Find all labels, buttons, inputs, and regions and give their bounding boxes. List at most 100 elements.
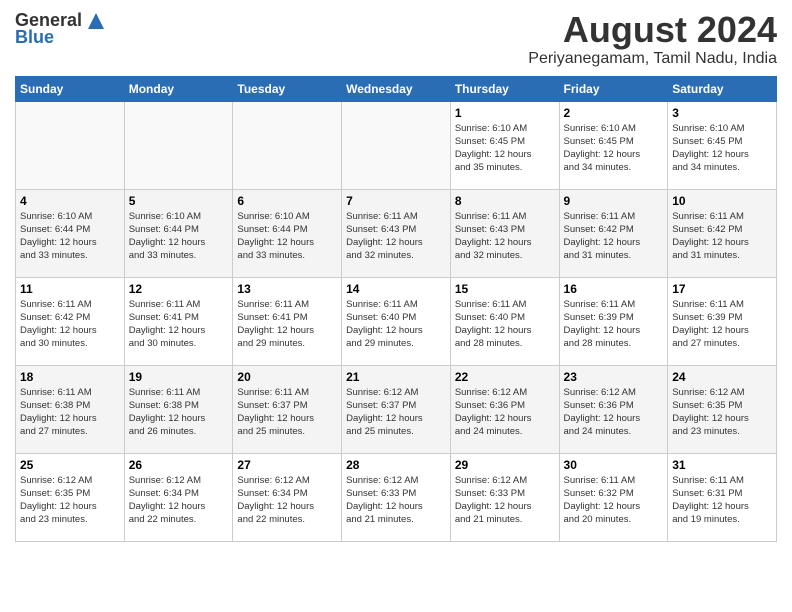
calendar-cell: 7Sunrise: 6:11 AM Sunset: 6:43 PM Daylig… bbox=[342, 189, 451, 277]
day-number: 1 bbox=[455, 106, 555, 120]
day-number: 25 bbox=[20, 458, 120, 472]
day-header-thursday: Thursday bbox=[450, 76, 559, 101]
logo-blue-text: Blue bbox=[15, 27, 54, 48]
calendar-cell: 16 Sunrise: 6:11 AM Sunset: 6:39 PM Dayli… bbox=[559, 277, 668, 365]
calendar-cell: 14 Sunrise: 6:11 AM Sunset: 6:40 PM Dayli… bbox=[342, 277, 451, 365]
calendar-cell bbox=[124, 101, 233, 189]
calendar-cell: 28Sunrise: 6:12 AM Sunset: 6:33 PM Dayli… bbox=[342, 453, 451, 541]
day-number: 12 bbox=[129, 282, 229, 296]
page-header: General Blue August 2024 Periyanegamam, … bbox=[15, 10, 777, 68]
calendar-cell: 1 Sunrise: 6:10 AM Sunset: 6:45 PM Daylig… bbox=[450, 101, 559, 189]
day-header-tuesday: Tuesday bbox=[233, 76, 342, 101]
day-number: 20 bbox=[237, 370, 337, 384]
day-number: 18 bbox=[20, 370, 120, 384]
calendar-cell: 19Sunrise: 6:11 AM Sunset: 6:38 PM Dayli… bbox=[124, 365, 233, 453]
day-number: 31 bbox=[672, 458, 772, 472]
day-info: Sunrise: 6:10 AM Sunset: 6:45 PM Dayligh… bbox=[564, 122, 664, 175]
day-number: 5 bbox=[129, 194, 229, 208]
day-info: Sunrise: 6:11 AM Sunset: 6:42 PM Dayligh… bbox=[20, 298, 120, 351]
day-number: 14 bbox=[346, 282, 446, 296]
calendar-cell bbox=[233, 101, 342, 189]
day-info: Sunrise: 6:10 AM Sunset: 6:44 PM Dayligh… bbox=[237, 210, 337, 263]
day-info: Sunrise: 6:11 AM Sunset: 6:43 PM Dayligh… bbox=[455, 210, 555, 263]
calendar-cell: 26 Sunrise: 6:12 AM Sunset: 6:34 PM Dayli… bbox=[124, 453, 233, 541]
day-number: 22 bbox=[455, 370, 555, 384]
day-info: Sunrise: 6:10 AM Sunset: 6:44 PM Dayligh… bbox=[129, 210, 229, 263]
day-number: 8 bbox=[455, 194, 555, 208]
day-number: 3 bbox=[672, 106, 772, 120]
calendar-cell: 8 Sunrise: 6:11 AM Sunset: 6:43 PM Daylig… bbox=[450, 189, 559, 277]
calendar-cell: 6Sunrise: 6:10 AM Sunset: 6:44 PM Daylig… bbox=[233, 189, 342, 277]
calendar-week-row: 1 Sunrise: 6:10 AM Sunset: 6:45 PM Daylig… bbox=[16, 101, 777, 189]
day-header-monday: Monday bbox=[124, 76, 233, 101]
day-info: Sunrise: 6:11 AM Sunset: 6:32 PM Dayligh… bbox=[564, 474, 664, 527]
calendar-cell: 12 Sunrise: 6:11 AM Sunset: 6:41 PM Dayli… bbox=[124, 277, 233, 365]
month-title: August 2024 bbox=[528, 10, 777, 50]
calendar-cell: 23Sunrise: 6:12 AM Sunset: 6:36 PM Dayli… bbox=[559, 365, 668, 453]
location-title: Periyanegamam, Tamil Nadu, India bbox=[528, 50, 777, 68]
day-info: Sunrise: 6:10 AM Sunset: 6:45 PM Dayligh… bbox=[455, 122, 555, 175]
day-header-wednesday: Wednesday bbox=[342, 76, 451, 101]
calendar-cell: 2 Sunrise: 6:10 AM Sunset: 6:45 PM Daylig… bbox=[559, 101, 668, 189]
calendar-cell: 24 Sunrise: 6:12 AM Sunset: 6:35 PM Dayli… bbox=[668, 365, 777, 453]
day-info: Sunrise: 6:12 AM Sunset: 6:34 PM Dayligh… bbox=[237, 474, 337, 527]
calendar-cell bbox=[16, 101, 125, 189]
calendar-cell: 3 Sunrise: 6:10 AM Sunset: 6:45 PM Daylig… bbox=[668, 101, 777, 189]
day-info: Sunrise: 6:11 AM Sunset: 6:42 PM Dayligh… bbox=[564, 210, 664, 263]
day-info: Sunrise: 6:10 AM Sunset: 6:45 PM Dayligh… bbox=[672, 122, 772, 175]
day-header-sunday: Sunday bbox=[16, 76, 125, 101]
day-info: Sunrise: 6:11 AM Sunset: 6:38 PM Dayligh… bbox=[129, 386, 229, 439]
calendar-cell: 22 Sunrise: 6:12 AM Sunset: 6:36 PM Dayli… bbox=[450, 365, 559, 453]
calendar-cell: 4 Sunrise: 6:10 AM Sunset: 6:44 PM Daylig… bbox=[16, 189, 125, 277]
calendar-cell: 17Sunrise: 6:11 AM Sunset: 6:39 PM Dayli… bbox=[668, 277, 777, 365]
day-info: Sunrise: 6:12 AM Sunset: 6:33 PM Dayligh… bbox=[346, 474, 446, 527]
day-info: Sunrise: 6:11 AM Sunset: 6:39 PM Dayligh… bbox=[564, 298, 664, 351]
day-header-saturday: Saturday bbox=[668, 76, 777, 101]
day-number: 29 bbox=[455, 458, 555, 472]
day-info: Sunrise: 6:12 AM Sunset: 6:35 PM Dayligh… bbox=[20, 474, 120, 527]
day-info: Sunrise: 6:11 AM Sunset: 6:41 PM Dayligh… bbox=[129, 298, 229, 351]
calendar-cell: 13Sunrise: 6:11 AM Sunset: 6:41 PM Dayli… bbox=[233, 277, 342, 365]
title-block: August 2024 Periyanegamam, Tamil Nadu, I… bbox=[528, 10, 777, 68]
day-info: Sunrise: 6:11 AM Sunset: 6:40 PM Dayligh… bbox=[346, 298, 446, 351]
calendar-cell: 30 Sunrise: 6:11 AM Sunset: 6:32 PM Dayli… bbox=[559, 453, 668, 541]
day-info: Sunrise: 6:12 AM Sunset: 6:36 PM Dayligh… bbox=[455, 386, 555, 439]
day-number: 21 bbox=[346, 370, 446, 384]
day-info: Sunrise: 6:10 AM Sunset: 6:44 PM Dayligh… bbox=[20, 210, 120, 263]
day-info: Sunrise: 6:11 AM Sunset: 6:38 PM Dayligh… bbox=[20, 386, 120, 439]
day-number: 9 bbox=[564, 194, 664, 208]
calendar-week-row: 11Sunrise: 6:11 AM Sunset: 6:42 PM Dayli… bbox=[16, 277, 777, 365]
calendar-cell: 15Sunrise: 6:11 AM Sunset: 6:40 PM Dayli… bbox=[450, 277, 559, 365]
calendar-cell: 27 Sunrise: 6:12 AM Sunset: 6:34 PM Dayli… bbox=[233, 453, 342, 541]
calendar-cell: 11Sunrise: 6:11 AM Sunset: 6:42 PM Dayli… bbox=[16, 277, 125, 365]
day-number: 2 bbox=[564, 106, 664, 120]
logo-icon bbox=[86, 11, 106, 31]
calendar-cell: 18 Sunrise: 6:11 AM Sunset: 6:38 PM Dayli… bbox=[16, 365, 125, 453]
calendar-cell: 10Sunrise: 6:11 AM Sunset: 6:42 PM Dayli… bbox=[668, 189, 777, 277]
day-number: 24 bbox=[672, 370, 772, 384]
calendar-week-row: 25 Sunrise: 6:12 AM Sunset: 6:35 PM Dayli… bbox=[16, 453, 777, 541]
day-number: 7 bbox=[346, 194, 446, 208]
day-info: Sunrise: 6:12 AM Sunset: 6:34 PM Dayligh… bbox=[129, 474, 229, 527]
calendar-week-row: 4 Sunrise: 6:10 AM Sunset: 6:44 PM Daylig… bbox=[16, 189, 777, 277]
day-number: 16 bbox=[564, 282, 664, 296]
day-number: 13 bbox=[237, 282, 337, 296]
day-number: 27 bbox=[237, 458, 337, 472]
day-info: Sunrise: 6:12 AM Sunset: 6:35 PM Dayligh… bbox=[672, 386, 772, 439]
calendar-cell: 9 Sunrise: 6:11 AM Sunset: 6:42 PM Daylig… bbox=[559, 189, 668, 277]
day-info: Sunrise: 6:11 AM Sunset: 6:39 PM Dayligh… bbox=[672, 298, 772, 351]
calendar-table: SundayMondayTuesdayWednesdayThursdayFrid… bbox=[15, 76, 777, 542]
calendar-cell: 29 Sunrise: 6:12 AM Sunset: 6:33 PM Dayli… bbox=[450, 453, 559, 541]
day-info: Sunrise: 6:11 AM Sunset: 6:31 PM Dayligh… bbox=[672, 474, 772, 527]
day-info: Sunrise: 6:12 AM Sunset: 6:37 PM Dayligh… bbox=[346, 386, 446, 439]
calendar-cell bbox=[342, 101, 451, 189]
day-number: 4 bbox=[20, 194, 120, 208]
calendar-week-row: 18 Sunrise: 6:11 AM Sunset: 6:38 PM Dayli… bbox=[16, 365, 777, 453]
calendar-cell: 20Sunrise: 6:11 AM Sunset: 6:37 PM Dayli… bbox=[233, 365, 342, 453]
day-info: Sunrise: 6:12 AM Sunset: 6:33 PM Dayligh… bbox=[455, 474, 555, 527]
calendar-cell: 25 Sunrise: 6:12 AM Sunset: 6:35 PM Dayli… bbox=[16, 453, 125, 541]
day-info: Sunrise: 6:12 AM Sunset: 6:36 PM Dayligh… bbox=[564, 386, 664, 439]
day-number: 30 bbox=[564, 458, 664, 472]
logo: General Blue bbox=[15, 10, 106, 48]
day-number: 26 bbox=[129, 458, 229, 472]
